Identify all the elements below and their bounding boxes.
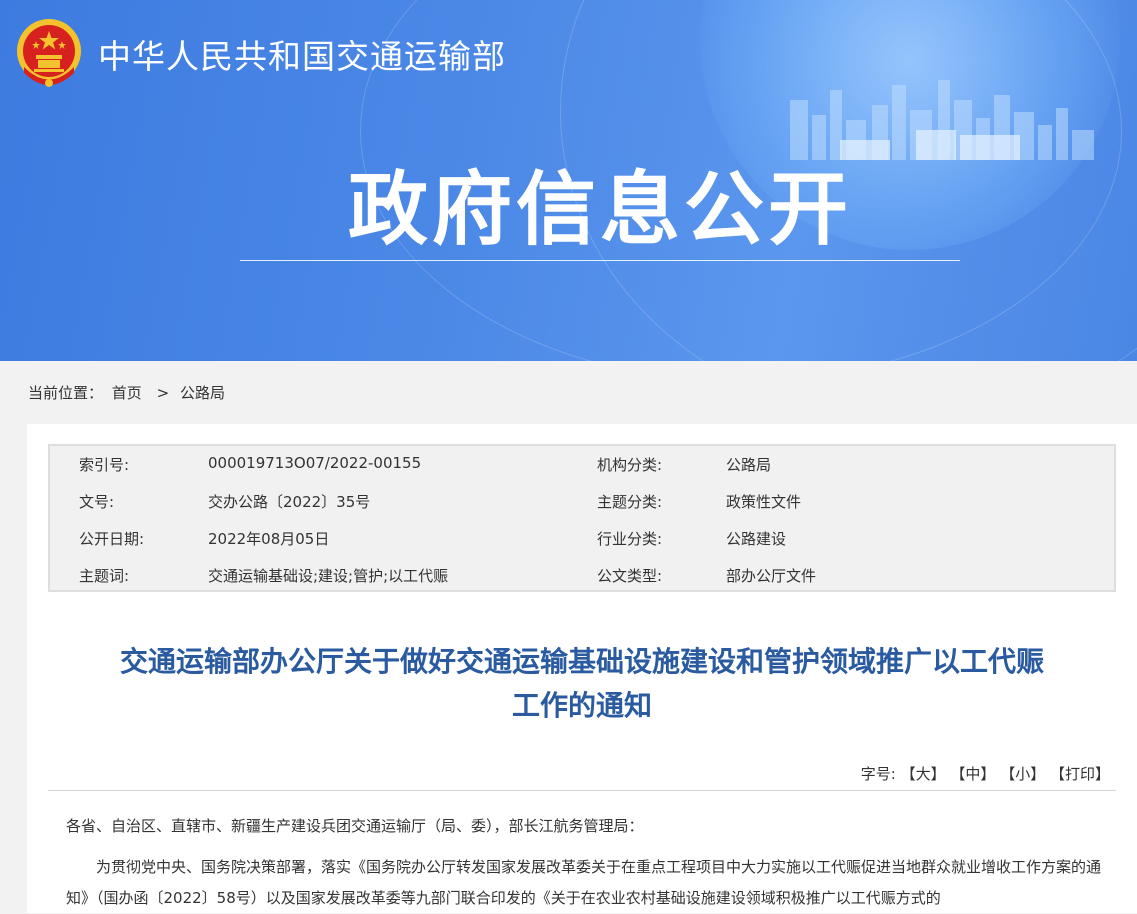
metadata-table: 索引号: 000019713O07/2022-00155 机构分类: 公路局 文… — [48, 444, 1116, 592]
metadata-key: 行业分类: — [597, 530, 663, 548]
document-title-line: 交通运输部办公厅关于做好交通运输基础设施建设和管护领域推广以工代赈 — [119, 645, 1044, 678]
font-small-button[interactable]: 【小】 — [1000, 765, 1045, 783]
metadata-row: 索引号: 000019713O07/2022-00155 机构分类: 公路局 — [50, 446, 1114, 483]
banner-heading: 政府信息公开 — [348, 163, 852, 256]
metadata-value: 交办公路〔2022〕35号 — [208, 493, 371, 511]
document-title: 交通运输部办公厅关于做好交通运输基础设施建设和管护领域推广以工代赈 工作的通知 — [47, 640, 1117, 728]
metadata-value: 000019713O07/2022-00155 — [208, 454, 422, 472]
metadata-key: 主题词: — [79, 567, 130, 585]
metadata-row: 公开日期: 2022年08月05日 行业分类: 公路建设 — [50, 520, 1114, 557]
site-title[interactable]: 中华人民共和国交通运输部 — [98, 30, 506, 78]
city-skyline-graphic — [790, 80, 1094, 160]
font-medium-button[interactable]: 【中】 — [950, 765, 995, 783]
metadata-value: 政策性文件 — [726, 493, 802, 511]
breadcrumb-home-link[interactable]: 首页 — [112, 384, 142, 402]
metadata-key: 公文类型: — [597, 567, 663, 585]
metadata-key: 公开日期: — [79, 530, 145, 548]
breadcrumb-separator: > — [156, 384, 170, 402]
font-large-button[interactable]: 【大】 — [901, 765, 946, 783]
metadata-value: 2022年08月05日 — [208, 530, 330, 548]
metadata-row: 主题词: 交通运输基础设;建设;管护;以工代赈 公文类型: 部办公厅文件 — [50, 557, 1114, 594]
metadata-value: 交通运输基础设;建设;管护;以工代赈 — [208, 567, 449, 585]
document-title-line: 工作的通知 — [511, 689, 652, 722]
font-size-toolbar: 字号: 【大】 【中】 【小】 【打印】 — [861, 763, 1110, 784]
metadata-key: 文号: — [79, 493, 115, 511]
breadcrumb-current-link[interactable]: 公路局 — [180, 384, 225, 402]
metadata-key: 索引号: — [79, 456, 130, 474]
metadata-value: 部办公厅文件 — [726, 567, 817, 585]
print-button[interactable]: 【打印】 — [1050, 765, 1110, 783]
metadata-key: 机构分类: — [597, 456, 663, 474]
national-emblem-icon — [17, 19, 81, 87]
document-addressee: 各省、自治区、直辖市、新疆生产建设兵团交通运输厅（局、委），部长江航务管理局： — [66, 817, 644, 835]
metadata-value: 公路建设 — [726, 530, 787, 548]
content-divider — [48, 790, 1116, 791]
document-paragraph: 为贯彻党中央、国务院决策部署，落实《国务院办公厅转发国家发展改革委关于在重点工程… — [66, 858, 1102, 907]
header-banner: 中华人民共和国交通运输部 政府信息公开 — [0, 0, 1137, 361]
metadata-value: 公路局 — [726, 456, 772, 474]
metadata-key: 主题分类: — [597, 493, 663, 511]
banner-underline — [240, 260, 960, 261]
breadcrumb-label: 当前位置： — [28, 384, 104, 402]
breadcrumb: 当前位置： 首页 > 公路局 — [28, 382, 229, 403]
content-panel: 索引号: 000019713O07/2022-00155 机构分类: 公路局 文… — [27, 424, 1137, 913]
metadata-row: 文号: 交办公路〔2022〕35号 主题分类: 政策性文件 — [50, 483, 1114, 520]
font-size-label: 字号: — [860, 765, 896, 783]
